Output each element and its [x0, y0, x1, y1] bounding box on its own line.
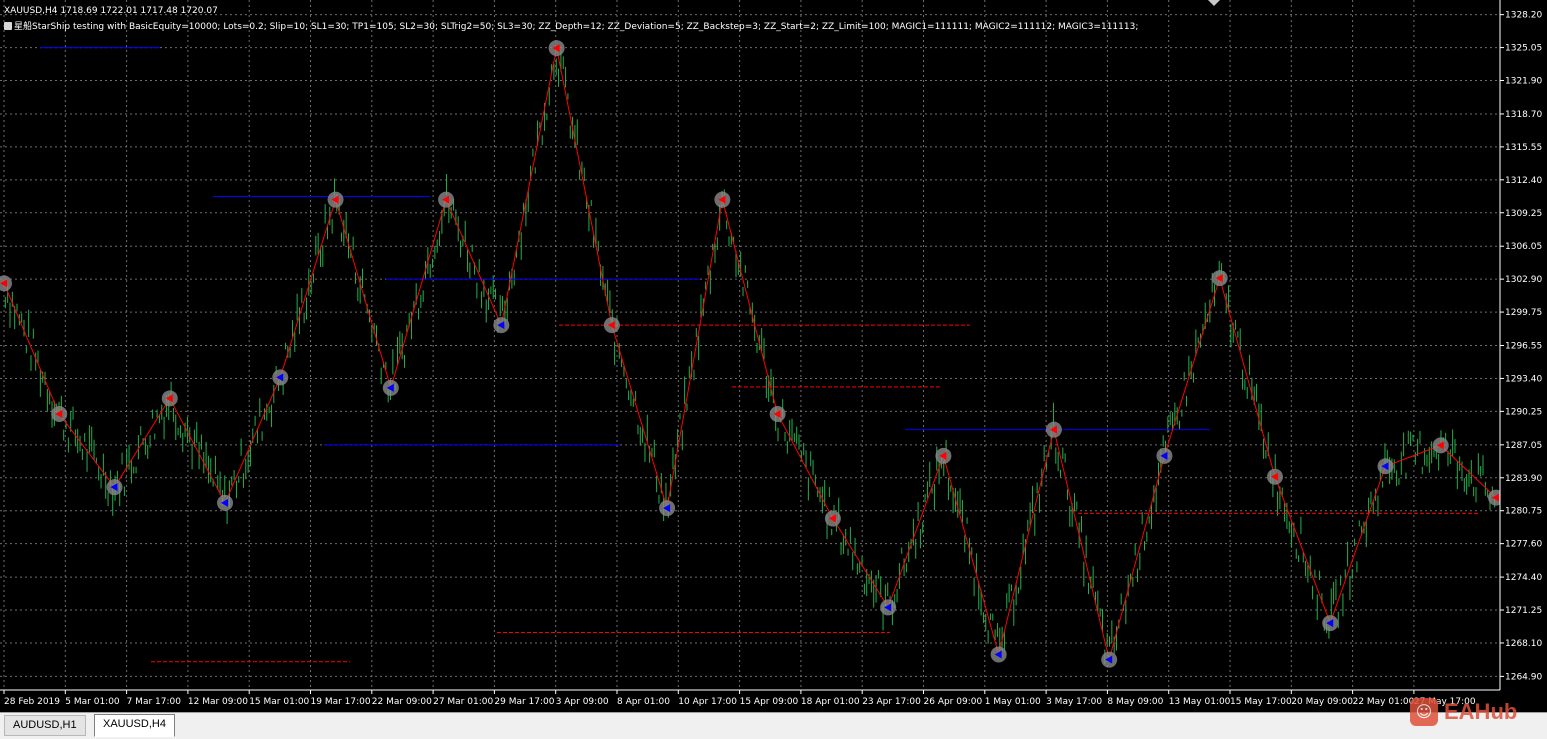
price-tick-label: 1309.25	[1505, 209, 1542, 219]
time-tick-label: 1 May 01:00	[985, 697, 1041, 707]
time-tick-label: 22 May 01:00	[1353, 697, 1415, 707]
price-tick-label: 1306.05	[1505, 242, 1542, 252]
zigzag-line	[3, 47, 1497, 660]
price-tick-label: 1302.90	[1505, 275, 1542, 285]
time-tick-label: 12 Mar 09:00	[188, 697, 248, 707]
price-tick-label: 1271.25	[1505, 606, 1542, 616]
time-tick-label: 10 Apr 17:00	[678, 697, 737, 707]
time-tick-label: 3 Apr 09:00	[556, 697, 609, 707]
time-tick-label: 18 Apr 01:00	[801, 697, 860, 707]
time-tick-label: 5 Mar 01:00	[65, 697, 120, 707]
time-tick-label: 3 May 17:00	[1046, 697, 1102, 707]
time-tick-label: 7 Mar 17:00	[127, 697, 182, 707]
time-tick-label: 22 Mar 09:00	[372, 697, 432, 707]
price-tick-label: 1283.90	[1505, 474, 1542, 484]
time-tick-label: 13 May 01:00	[1169, 697, 1231, 707]
time-tick-label: 8 Apr 01:00	[617, 697, 670, 707]
time-tick-label: 23 Apr 17:00	[862, 697, 921, 707]
price-tick-label: 1293.40	[1505, 374, 1542, 384]
ohlc-values: 1718.69 1722.01 1717.48 1720.07	[60, 6, 218, 16]
price-tick-label: 1287.05	[1505, 441, 1542, 451]
price-tick-label: 1318.70	[1505, 110, 1542, 120]
time-tick-label: 19 Mar 17:00	[311, 697, 371, 707]
eahub-logo-text: EAHub	[1444, 699, 1518, 724]
price-tick-label: 1280.75	[1505, 507, 1542, 517]
chart-symbol-header: XAUUSD,H4 1718.69 1722.01 1717.48 1720.0…	[4, 6, 218, 16]
time-tick-label: 27 Mar 01:00	[433, 697, 493, 707]
price-tick-label: 1299.75	[1505, 308, 1542, 318]
price-tick-label: 1312.40	[1505, 176, 1542, 186]
time-tick-label: 26 Apr 09:00	[924, 697, 983, 707]
time-tick-label: 8 May 09:00	[1107, 697, 1163, 707]
price-tick-label: 1328.20	[1505, 11, 1542, 21]
chart-tab-bar: AUDUSD,H1 XAUUSD,H4	[0, 712, 1547, 739]
expert-advisor-header: 星船StarShip testing with BasicEquity=1000…	[4, 19, 1138, 32]
tab-xauusd-h4[interactable]: XAUUSD,H4	[94, 714, 175, 737]
price-tick-label: 1325.05	[1505, 44, 1542, 54]
eahub-watermark: ☺ EAHub	[1408, 692, 1517, 732]
expert-advisor-icon	[4, 22, 12, 30]
expert-advisor-label: 星船StarShip testing with BasicEquity=1000…	[14, 22, 1139, 32]
tab-audusd-h1[interactable]: AUDUSD,H1	[4, 715, 86, 736]
chart-shift-marker[interactable]	[1208, 0, 1220, 6]
time-tick-label: 20 May 09:00	[1291, 697, 1353, 707]
price-tick-label: 1264.90	[1505, 672, 1542, 682]
time-tick-label: 29 Mar 17:00	[494, 697, 554, 707]
symbol-label: XAUUSD,H4	[4, 6, 58, 16]
price-tick-label: 1290.25	[1505, 407, 1542, 417]
eahub-logo-icon: ☺	[1410, 698, 1438, 726]
time-tick-label: 15 Apr 09:00	[740, 697, 799, 707]
price-tick-label: 1268.10	[1505, 639, 1542, 649]
price-chart[interactable]: 1328.20 1325.05 1321.90 1318.70 1315.55 1312.…	[0, 0, 1547, 712]
price-tick-label: 1277.60	[1505, 540, 1542, 550]
price-tick-label: 1274.40	[1505, 573, 1542, 583]
time-tick-label: 15 May 17:00	[1230, 697, 1292, 707]
price-tick-label: 1296.55	[1505, 342, 1542, 352]
time-tick-label: 15 Mar 01:00	[249, 697, 309, 707]
price-tick-label: 1321.90	[1505, 77, 1542, 87]
price-tick-label: 1315.55	[1505, 143, 1542, 153]
time-tick-label: 28 Feb 2019	[4, 697, 60, 707]
